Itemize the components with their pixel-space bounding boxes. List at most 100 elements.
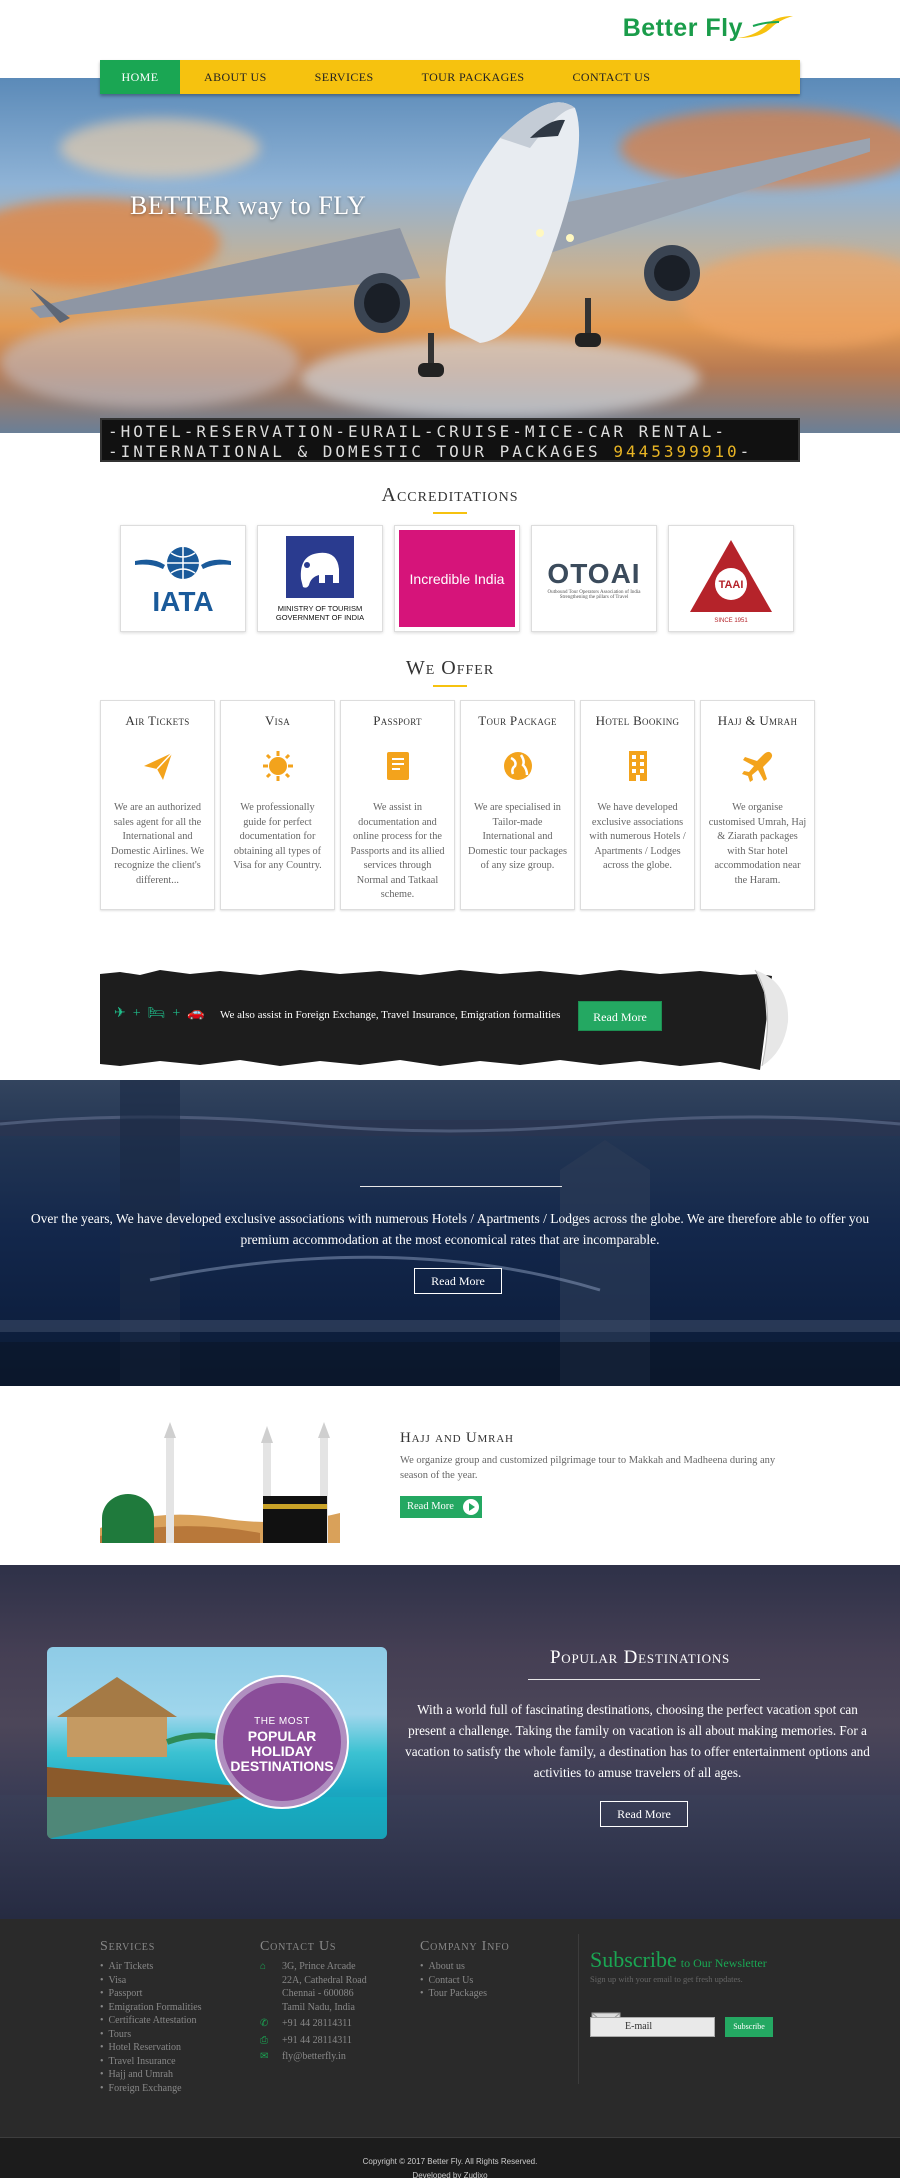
offer-card-desc: We have developed exclusive associations… xyxy=(589,802,686,871)
copyright-text: Copyright © 2017 Better Fly. All Rights … xyxy=(362,2157,538,2166)
ticker-line-2: -INTERNATIONAL & DOMESTIC TOUR PACKAGES … xyxy=(108,442,753,461)
nav-services[interactable]: Services xyxy=(291,60,398,94)
offer-card-desc: We are specialised in Tailor-made Intern… xyxy=(468,802,567,871)
ministry-caption: MINISTRY OF TOURISM GOVERNMENT OF INDIA xyxy=(275,604,365,622)
globe-icon xyxy=(503,752,532,780)
plus-icon: + xyxy=(172,1005,181,1021)
popular-destinations-section: THE MOST POPULAR HOLIDAY DESTINATIONS Po… xyxy=(0,1565,900,1919)
logo-text: Better Fly xyxy=(622,14,743,42)
footer-link[interactable]: Tour Packages xyxy=(420,1987,510,2001)
footer-contact: Contact Us ⌂ 3G, Prince Arcade 22A, Cath… xyxy=(260,1939,367,2067)
offer-card-desc: We are an authorized sales agent for all… xyxy=(110,802,205,886)
footer-phone[interactable]: ✆ +91 44 28114311 xyxy=(260,2017,367,2031)
offer-card-desc: We assist in documentation and online pr… xyxy=(350,802,445,900)
footer-contact-title: Contact Us xyxy=(260,1939,337,1954)
footer-link[interactable]: Foreign Exchange xyxy=(100,2082,202,2096)
services-banner: ✈ + 🛏 + 🚗 We also assist in Foreign Exch… xyxy=(100,965,790,1070)
footer-link[interactable]: Hotel Reservation xyxy=(100,2041,202,2055)
footer-link[interactable]: Certificate Attestation xyxy=(100,2014,202,2028)
footer-link[interactable]: Hajj and Umrah xyxy=(100,2068,202,2082)
we-offer-title-text: We Offer xyxy=(405,657,495,679)
hero-title: BETTER way to FLY xyxy=(130,191,367,220)
airplane-icon: ✈ xyxy=(114,1006,126,1021)
offer-card-passport[interactable]: Passport We assist in documentation and … xyxy=(340,700,455,910)
iata-logo[interactable]: IATA xyxy=(120,525,246,632)
footer-link[interactable]: Visa xyxy=(100,1974,202,1988)
banner-read-more-button[interactable]: Read More xyxy=(578,1001,662,1031)
developer-credit[interactable]: Developed by Zudixo xyxy=(0,2169,900,2178)
offer-card-visa[interactable]: Visa We professionally guide for perfect… xyxy=(220,700,335,910)
plane-icon xyxy=(741,751,772,782)
offer-card-desc: We professionally guide for perfect docu… xyxy=(233,802,322,871)
play-circle-icon xyxy=(463,1499,479,1515)
footer-link[interactable]: Travel Insurance xyxy=(100,2055,202,2069)
car-icon: 🚗 xyxy=(187,1006,205,1021)
incredible-india-logo[interactable]: Incredible India xyxy=(394,525,520,632)
nav-home[interactable]: Home xyxy=(100,60,180,94)
footer-company-list: About us Contact Us Tour Packages xyxy=(420,1960,510,2001)
hajj-read-more-label: Read More xyxy=(407,1501,454,1512)
hotels-text: Over the years, We have developed exclus… xyxy=(30,1211,870,1247)
ticker-line-2-text: -INTERNATIONAL & DOMESTIC TOUR PACKAGES xyxy=(108,442,601,461)
services-ticker: -HOTEL-RESERVATION-EURAIL-CRUISE-MICE-CA… xyxy=(100,418,800,462)
footer-link[interactable]: Passport xyxy=(100,1987,202,2001)
footer-link[interactable]: Tours xyxy=(100,2028,202,2042)
hajj-read-more-button[interactable]: Read More xyxy=(400,1496,482,1518)
offer-card-air-tickets[interactable]: Air Tickets We are an authorized sales a… xyxy=(100,700,215,910)
offer-card-title: Air Tickets xyxy=(125,713,190,728)
otoai-tagline-2: Strengthening the pillars of Travel xyxy=(559,594,629,600)
footer-link[interactable]: Emigration Formalities xyxy=(100,2001,202,2015)
accreditations-title: Accreditations xyxy=(0,484,900,514)
popular-badge: THE MOST POPULAR HOLIDAY DESTINATIONS xyxy=(217,1677,347,1807)
footer-fax: ⎙ +91 44 28114311 xyxy=(260,2034,352,2046)
hajj-description: We organize group and customized pilgrim… xyxy=(400,1455,776,1481)
phone-icon: ✆ xyxy=(260,2018,269,2029)
svg-text:IATA: IATA xyxy=(152,586,213,617)
ministry-of-tourism-logo[interactable]: MINISTRY OF TOURISM GOVERNMENT OF INDIA xyxy=(257,525,383,632)
logo[interactable]: Better Fly xyxy=(623,14,795,43)
footer-link[interactable]: About us xyxy=(420,1960,510,1974)
footer: Services Air Tickets Visa Passport Emigr… xyxy=(0,1919,900,2137)
we-offer-title: We Offer xyxy=(0,657,900,687)
hotels-read-more-button[interactable]: Read More xyxy=(414,1268,502,1294)
offer-card-desc: We organise customised Umrah, Haj & Ziar… xyxy=(708,802,807,886)
footer-company: Company Info About us Contact Us Tour Pa… xyxy=(420,1939,510,2001)
badge-small-text: THE MOST xyxy=(254,1716,310,1727)
popular-read-more-button[interactable]: Read More xyxy=(600,1801,688,1827)
otoai-wordmark: OTOAI xyxy=(547,557,641,589)
offer-card-hajj-umrah[interactable]: Hajj & Umrah We organise customised Umra… xyxy=(700,700,815,910)
taai-logo[interactable]: TAAI SINCE 1951 xyxy=(668,525,794,632)
footer-company-title: Company Info xyxy=(420,1939,510,1954)
banner-icons: ✈ + 🛏 + 🚗 xyxy=(114,1005,205,1022)
newsletter-email-input[interactable]: E-mail xyxy=(590,2017,715,2037)
offer-cards: Air Tickets We are an authorized sales a… xyxy=(100,700,815,910)
popular-destinations-card[interactable]: THE MOST POPULAR HOLIDAY DESTINATIONS xyxy=(47,1647,387,1839)
nav-tour-packages[interactable]: Tour Packages xyxy=(398,60,549,94)
book-icon xyxy=(386,752,409,780)
printer-icon: ⎙ xyxy=(260,2034,268,2046)
footer-link[interactable]: Air Tickets xyxy=(100,1960,202,1974)
subscribe-description: Sign up with your email to get fresh upd… xyxy=(590,1974,743,1984)
otoai-logo[interactable]: OTOAI Outbound Tour Operators Associatio… xyxy=(531,525,657,632)
footer-services: Services Air Tickets Visa Passport Emigr… xyxy=(100,1939,202,2095)
nav-about-us[interactable]: About Us xyxy=(180,60,291,94)
incredible-india-text: Incredible India xyxy=(399,530,515,627)
bed-icon: 🛏 xyxy=(147,1006,166,1021)
subscribe-button[interactable]: Subscribe xyxy=(725,2017,773,2037)
nav-contact-us[interactable]: Contact Us xyxy=(548,60,674,94)
hotels-divider xyxy=(360,1186,562,1187)
banner-text: We also assist in Foreign Exchange, Trav… xyxy=(220,1009,561,1021)
taai-triangle-icon: TAAI SINCE 1951 xyxy=(690,539,772,624)
hero-banner: BETTER way to FLY xyxy=(0,78,900,433)
hajj-mosque-image xyxy=(100,1418,340,1543)
sun-icon xyxy=(262,751,293,781)
footer-email[interactable]: ✉ fly@betterfly.in xyxy=(260,2050,367,2064)
footer-link[interactable]: Contact Us xyxy=(420,1974,510,1988)
otoai-tagline: Outbound Tour Operators Association of I… xyxy=(547,589,641,595)
badge-big-text: POPULAR HOLIDAY DESTINATIONS xyxy=(230,1728,334,1774)
offer-card-tour-package[interactable]: Tour Package We are specialised in Tailo… xyxy=(460,700,575,910)
popular-divider xyxy=(528,1679,760,1680)
popular-text: With a world full of fascinating destina… xyxy=(405,1702,870,1780)
offer-card-hotel-booking[interactable]: Hotel Booking We have developed exclusiv… xyxy=(580,700,695,910)
iata-globe-icon: IATA xyxy=(135,546,231,617)
